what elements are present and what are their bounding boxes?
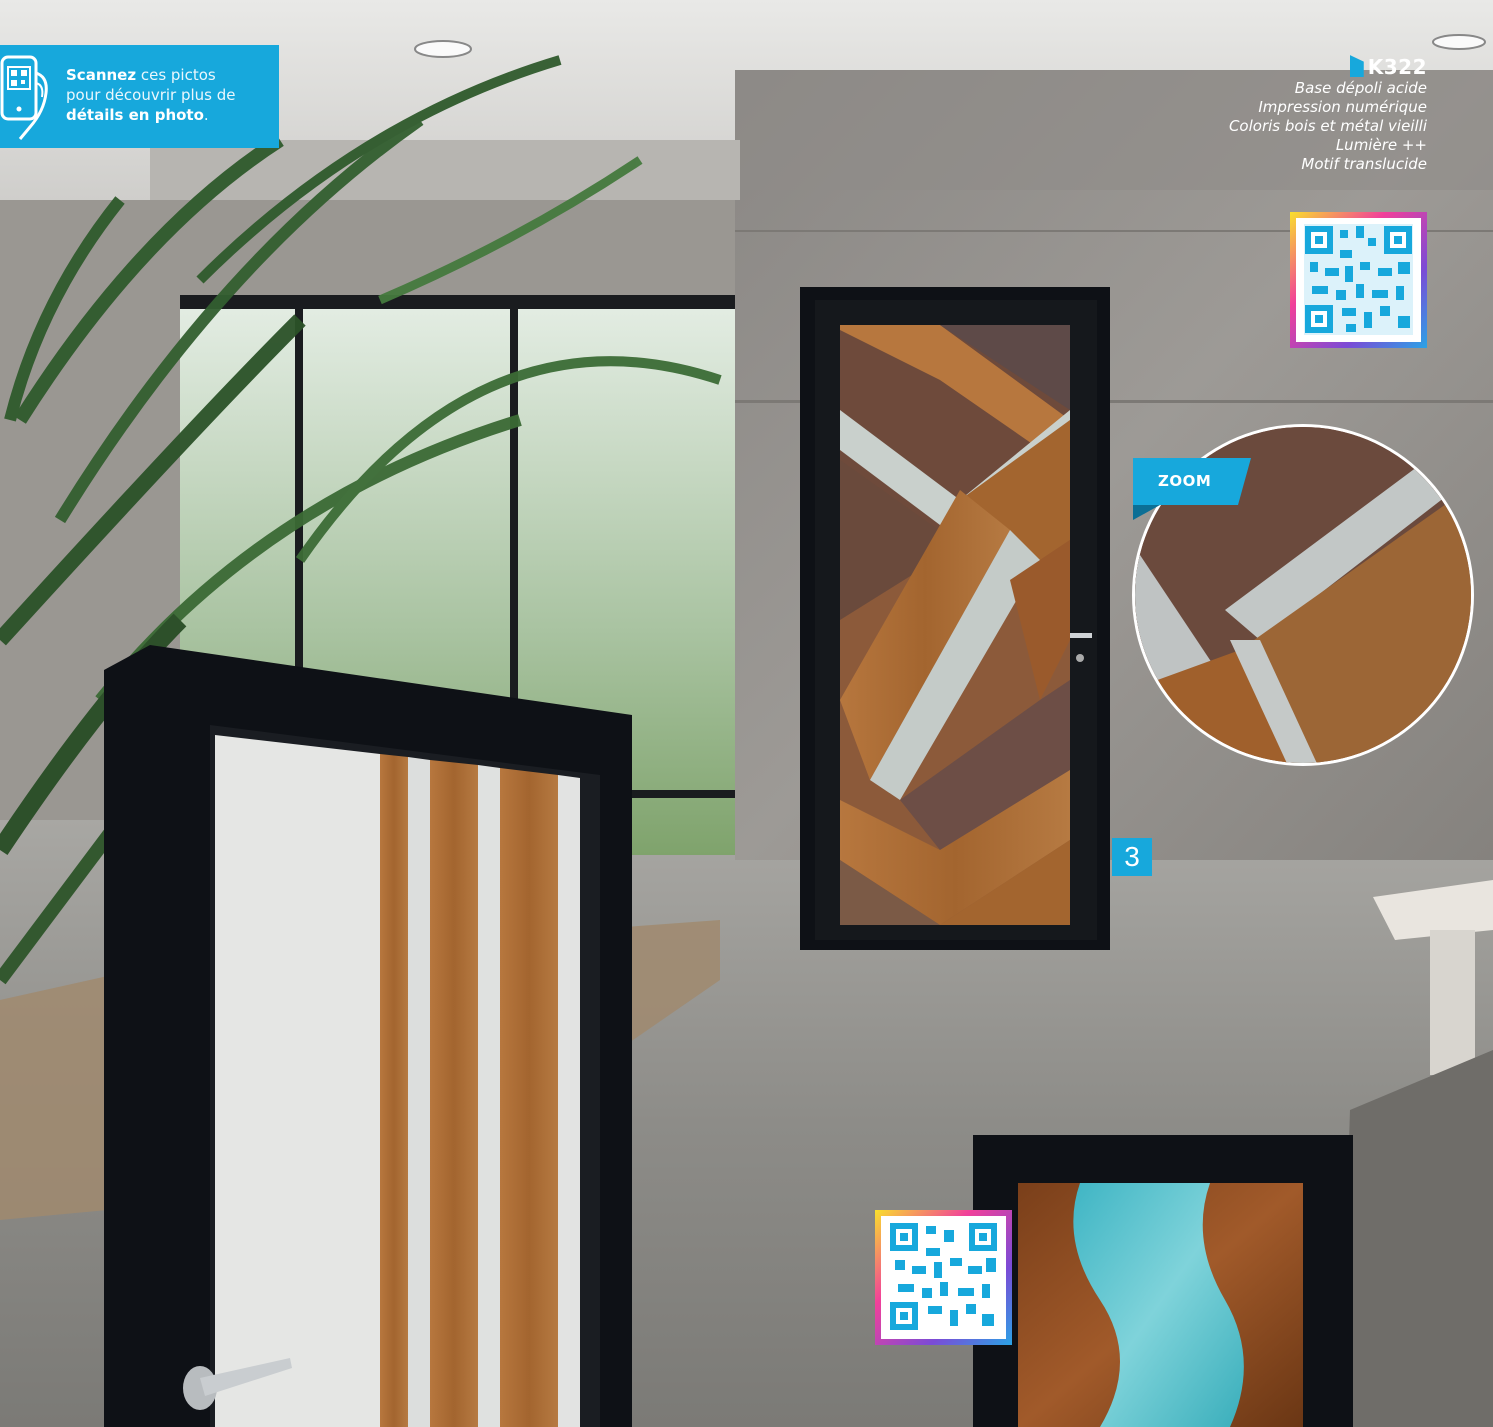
feature-line: Base dépoli acide [1294,79,1427,97]
decor-panel-k322 [840,325,1070,925]
feature-line: Motif translucide [1301,155,1427,173]
product-info: K322 Base dépoli acide Impression numéri… [1087,55,1427,174]
qr-code-icon[interactable] [875,1210,1012,1345]
front-door-left [104,645,632,1427]
scan-line2: pour découvrir plus de [66,86,236,104]
resin-door [973,1135,1353,1427]
interior-photo [0,0,1493,1427]
scan-line1-rest: ces pictos [136,66,216,84]
feature-line: Impression numérique [1258,98,1427,116]
feature-line: Lumière ++ [1335,136,1427,154]
qr-code-icon[interactable] [1290,212,1427,348]
phone-qr-icon [0,55,48,140]
scan-line1-bold: Scannez [66,66,137,84]
scan-banner: Scannez ces pictos pour découvrir plus d… [0,45,279,148]
tag-icon [1349,55,1364,77]
scan-instructions: Scannez ces pictos pour découvrir plus d… [66,65,271,125]
step-badge: 3 [1112,838,1152,876]
product-code-text: K322 [1367,55,1427,79]
zoom-label: ZOOM [1158,472,1212,490]
product-code: K322 [1087,55,1427,79]
scan-line3-end: . [203,106,209,124]
scan-line3-bold: détails en photo [66,106,204,124]
feature-line: Coloris bois et métal vieilli [1228,117,1427,135]
